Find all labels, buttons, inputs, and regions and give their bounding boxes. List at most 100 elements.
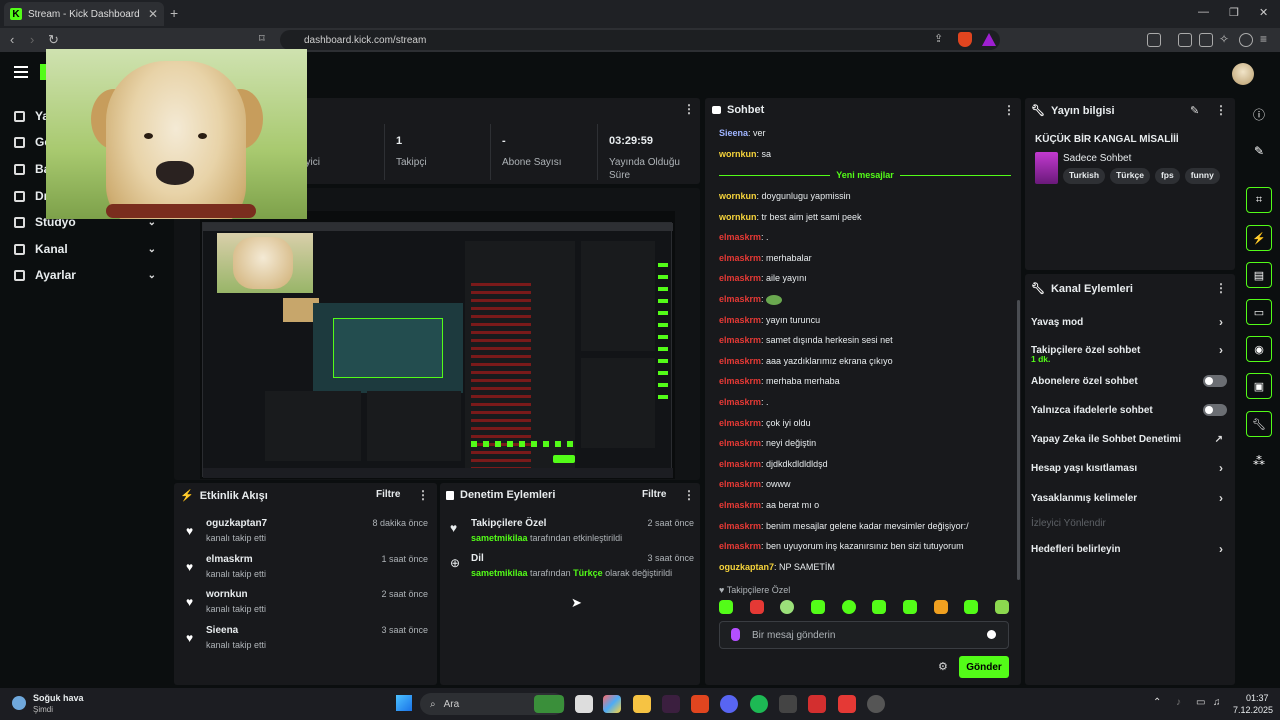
chat-username[interactable]: wornkun: [719, 212, 757, 222]
file-explorer-icon[interactable]: [633, 695, 651, 713]
activity-username[interactable]: Sieena: [206, 625, 238, 636]
moderator-username[interactable]: sametmikilaa: [471, 568, 528, 578]
valorant-icon[interactable]: [808, 695, 826, 713]
chat-input-placeholder[interactable]: Bir mesaj gönderin: [752, 630, 835, 641]
activity-username[interactable]: wornkun: [206, 589, 248, 600]
copilot-icon[interactable]: [603, 695, 621, 713]
chat-username[interactable]: elmaskrm: [719, 273, 761, 283]
new-tab-button[interactable]: +: [170, 5, 178, 21]
sidebar-item-7[interactable]: Ayarlar ⌄: [0, 262, 172, 288]
maximize-icon[interactable]: ❐: [1229, 6, 1239, 19]
brave-shield-icon[interactable]: [958, 32, 972, 47]
chat-username[interactable]: wornkun: [719, 149, 757, 159]
wallet-icon[interactable]: [1199, 33, 1213, 47]
app-icon[interactable]: [662, 695, 680, 713]
activity-username[interactable]: elmaskrm: [206, 554, 253, 565]
taskview-icon[interactable]: [575, 695, 593, 713]
sidebar-toggle-icon[interactable]: [1178, 33, 1192, 47]
emote-9[interactable]: [964, 600, 979, 614]
moderator-username[interactable]: sametmikilaa: [471, 533, 528, 543]
info-icon[interactable]: ⓘ: [1246, 101, 1272, 127]
clock-date[interactable]: 7.12.2025: [1233, 705, 1273, 715]
chat-scrollbar[interactable]: [1017, 300, 1020, 580]
chat-username[interactable]: elmaskrm: [719, 418, 761, 428]
chat-username[interactable]: elmaskrm: [719, 521, 761, 531]
channel-action-item[interactable]: Yasaklanmış kelimeler ›: [1031, 488, 1227, 508]
stats-more-icon[interactable]: ⋮: [683, 102, 695, 116]
channel-action-item[interactable]: Yapay Zeka ile Sohbet Denetimi ↗: [1031, 429, 1227, 449]
chat-username[interactable]: elmaskrm: [719, 438, 761, 448]
chat-icon[interactable]: ▭: [1246, 299, 1272, 325]
browser-tab[interactable]: K Stream - Kick Dashboard ✕: [4, 2, 164, 26]
chat-username[interactable]: elmaskrm: [719, 376, 761, 386]
chat-username[interactable]: elmaskrm: [719, 232, 761, 242]
minimize-icon[interactable]: —: [1198, 6, 1209, 18]
channel-action-item[interactable]: Abonelere özel sohbet: [1031, 371, 1227, 391]
chat-username[interactable]: elmaskrm: [719, 335, 761, 345]
chat-username[interactable]: elmaskrm: [719, 397, 761, 407]
menu-icon[interactable]: ≡: [1260, 32, 1267, 46]
channel-action-item[interactable]: Yalnızca ifadelerle sohbet: [1031, 400, 1227, 420]
spotify-icon[interactable]: [750, 695, 768, 713]
weather-title[interactable]: Soğuk hava: [33, 693, 84, 703]
chat-username[interactable]: elmaskrm: [719, 500, 761, 510]
riot-icon[interactable]: [838, 695, 856, 713]
activity-more-icon[interactable]: ⋮: [417, 488, 429, 502]
chat-username[interactable]: elmaskrm: [719, 541, 761, 551]
emote-6[interactable]: [872, 600, 887, 614]
category-thumbnail[interactable]: [1035, 152, 1058, 184]
pencil-icon[interactable]: ✎: [1246, 138, 1272, 164]
weather-icon[interactable]: [12, 696, 26, 710]
layout-icon[interactable]: ▣: [1246, 373, 1272, 399]
chat-username[interactable]: elmaskrm: [719, 356, 761, 366]
edit-pencil-icon[interactable]: ✎: [1190, 104, 1199, 117]
emote-8[interactable]: [933, 600, 948, 614]
chat-username[interactable]: elmaskrm: [719, 253, 761, 263]
mic-tray-icon[interactable]: ♪: [1176, 697, 1181, 708]
chat-username[interactable]: Sieena: [719, 128, 748, 138]
chat-settings-icon[interactable]: ⚙: [938, 660, 948, 673]
wrench-icon[interactable]: 🔧︎: [1246, 411, 1272, 437]
stream-category[interactable]: Sadece Sohbet: [1063, 153, 1131, 164]
discord-icon[interactable]: [720, 695, 738, 713]
document-icon[interactable]: ▤: [1246, 262, 1272, 288]
activity-item[interactable]: ♥ elmaskrm kanalı takip etti 1 saat önce: [180, 554, 434, 588]
chat-username[interactable]: elmaskrm: [719, 294, 761, 304]
moderation-more-icon[interactable]: ⋮: [683, 488, 695, 502]
obs-icon[interactable]: [867, 695, 885, 713]
chat-mic-icon[interactable]: [731, 628, 740, 641]
emoji-picker-icon[interactable]: [987, 630, 996, 639]
moderation-filter-button[interactable]: Filtre: [642, 489, 666, 500]
back-icon[interactable]: ‹: [10, 32, 14, 47]
stream-info-more-icon[interactable]: ⋮: [1215, 103, 1227, 117]
channel-actions-more-icon[interactable]: ⋮: [1215, 281, 1227, 295]
emote-1[interactable]: [719, 600, 733, 614]
chat-username[interactable]: elmaskrm: [719, 459, 761, 469]
channel-action-item[interactable]: Yavaş mod ›: [1031, 312, 1227, 332]
brave-icon[interactable]: [691, 695, 709, 713]
emote-5[interactable]: [841, 600, 856, 614]
channel-action-item[interactable]: Hesap yaşı kısıtlaması ›: [1031, 458, 1227, 478]
send-button[interactable]: Gönder: [959, 656, 1009, 678]
chat-more-icon[interactable]: ⋮: [1003, 103, 1015, 117]
tray-arrow-icon[interactable]: ⌃: [1153, 697, 1161, 708]
vpn-icon[interactable]: [1239, 33, 1253, 47]
activity-filter-button[interactable]: Filtre: [376, 489, 400, 500]
volume-icon[interactable]: ♫: [1213, 697, 1221, 708]
channel-action-item[interactable]: Takipçilere özel sohbet 1 dk. ›: [1031, 340, 1227, 364]
chat-username[interactable]: elmaskrm: [719, 315, 761, 325]
channel-action-item[interactable]: İzleyici Yönlendir: [1031, 513, 1227, 533]
stream-tag[interactable]: Turkish: [1063, 168, 1106, 184]
stream-tag[interactable]: Türkçe: [1110, 168, 1150, 184]
capture-icon[interactable]: ⌗: [1246, 187, 1272, 213]
toggle-switch[interactable]: [1203, 404, 1227, 416]
reload-icon[interactable]: ↻: [48, 32, 59, 48]
chat-username[interactable]: oguzkaptan7: [719, 562, 774, 572]
emote-7[interactable]: [902, 600, 917, 614]
chat-username[interactable]: elmaskrm: [719, 479, 761, 489]
share-nodes-icon[interactable]: ⁂: [1246, 448, 1272, 474]
share-icon[interactable]: ⇪: [934, 32, 943, 45]
activity-item[interactable]: ♥ oguzkaptan7 kanalı takip etti 8 dakika ön…: [180, 518, 434, 552]
activity-item[interactable]: ♥ Sieena kanalı takip etti 3 saat önce: [180, 625, 434, 659]
chat-username[interactable]: wornkun: [719, 191, 757, 201]
